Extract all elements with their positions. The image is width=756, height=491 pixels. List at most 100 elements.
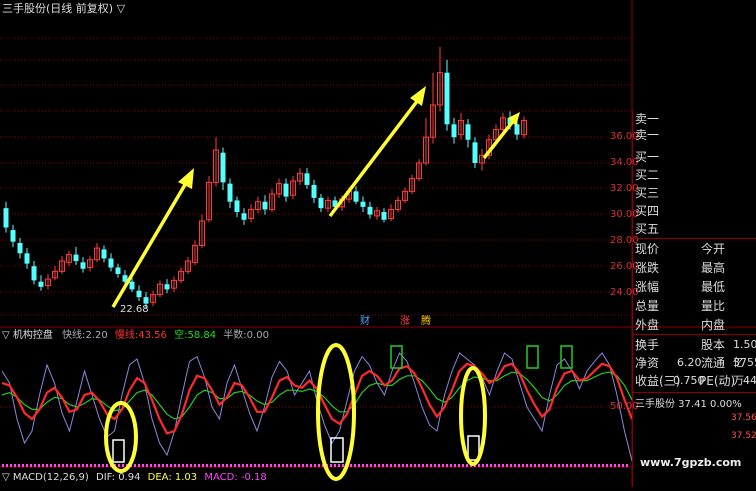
quote-label: 今开 xyxy=(701,242,726,256)
macd-bar xyxy=(14,464,16,467)
candle-body xyxy=(241,213,247,220)
macd-bar xyxy=(498,464,500,467)
macd-bar xyxy=(602,464,604,467)
watermark: www.7gpzb.com xyxy=(640,456,742,469)
macd-bar xyxy=(234,464,236,467)
quote-panel: 卖一 卖一 买一 买二 买三 买四 买五 现价 今开 涨跌 最高 涨幅 最低 总量 量比… xyxy=(632,110,756,487)
macd-bar xyxy=(582,464,584,467)
macd-bar xyxy=(62,464,64,467)
divider xyxy=(633,238,756,239)
macd-bar xyxy=(330,464,332,467)
macd-bar xyxy=(250,464,252,467)
quote-row: 净资6.20流通3755万 xyxy=(633,354,756,387)
macd-bar xyxy=(590,464,592,467)
quote-row: 总量 量比 xyxy=(633,297,756,315)
macd-bar xyxy=(242,464,244,467)
macd-bar xyxy=(570,464,572,467)
quote-label: 股本 xyxy=(701,338,726,352)
candle-body xyxy=(108,258,114,268)
macd-bar xyxy=(294,464,296,467)
macd-bar xyxy=(394,464,396,467)
event-label-finance[interactable]: 财 xyxy=(360,316,370,328)
candle-body xyxy=(10,230,16,242)
macd-bar xyxy=(2,464,4,467)
macd-bar xyxy=(530,464,532,467)
macd-bar xyxy=(218,464,220,467)
indicator-name[interactable]: ▽ 机构控盘 xyxy=(2,330,53,341)
macd-dea: DEA: 1.03 xyxy=(147,472,198,483)
candle-body xyxy=(115,267,121,274)
macd-bar xyxy=(54,464,56,467)
macd-bar xyxy=(178,464,180,467)
quote-label: 内盘 xyxy=(701,318,726,332)
macd-dif: DIF: 0.94 xyxy=(96,472,141,483)
macd-bar xyxy=(522,464,524,467)
macd-bar xyxy=(342,464,344,467)
macd-bar xyxy=(90,464,92,467)
macd-bar xyxy=(454,464,456,467)
book-label: 买四 xyxy=(635,204,660,218)
macd-bar xyxy=(106,464,108,467)
candle-body xyxy=(304,173,310,185)
chart-title[interactable]: 三手股份(日线 前复权) ▽ xyxy=(2,3,125,15)
macd-bar xyxy=(138,464,140,467)
quote-value: 6.20 xyxy=(677,356,702,369)
macd-bar xyxy=(550,464,552,467)
candle-body xyxy=(24,253,30,264)
quote-label: 涨跌 xyxy=(635,261,660,275)
half-value: 0.00 xyxy=(246,330,269,341)
divider xyxy=(633,392,756,393)
macd-bar xyxy=(194,464,196,467)
macd-bar xyxy=(26,464,28,467)
macd-bar xyxy=(414,464,416,467)
macd-bar xyxy=(226,464,228,467)
macd-bar xyxy=(362,464,364,467)
macd-bar xyxy=(122,464,124,467)
order-book-row: 买三 xyxy=(633,184,756,202)
event-label-up[interactable]: 涨 xyxy=(400,316,410,328)
macd-bar xyxy=(482,464,484,467)
low-price-marker: 22.68 xyxy=(120,304,149,315)
macd-bar xyxy=(290,464,292,467)
macd-bar xyxy=(202,464,204,467)
candle-body xyxy=(353,191,359,202)
quote-label: 换手 xyxy=(635,338,660,352)
candle-body xyxy=(465,124,471,140)
empty-label: 空: xyxy=(174,330,188,341)
macd-bar xyxy=(442,464,444,467)
macd-bar xyxy=(390,464,392,467)
candle-body xyxy=(472,142,478,163)
macd-bar xyxy=(542,464,544,467)
event-label-gain[interactable]: 腾 xyxy=(421,316,431,328)
chart-window: 三手股份(日线 前复权) ▽ 22.68 财 涨 腾 36.00 34.00 3… xyxy=(0,0,756,487)
macd-bar xyxy=(162,464,164,467)
quote-row: 涨幅 最低 xyxy=(633,278,756,296)
macd-bar xyxy=(386,464,388,467)
quote-row: 涨跌 最高 xyxy=(633,259,756,277)
macd-bar xyxy=(282,464,284,467)
macd-bar xyxy=(430,464,432,467)
macd-bar xyxy=(66,464,68,467)
macd-bar xyxy=(486,464,488,467)
macd-bar xyxy=(158,464,160,467)
macd-bar xyxy=(182,464,184,467)
macd-bar xyxy=(238,464,240,467)
macd-name[interactable]: ▽ MACD(12,26,9) xyxy=(2,472,89,483)
macd-bar xyxy=(222,464,224,467)
macd-bar xyxy=(262,464,264,467)
macd-bar xyxy=(358,464,360,467)
macd-bar xyxy=(422,464,424,467)
mini-quote-title[interactable]: 三手股份 37.41 0.00% xyxy=(635,399,742,411)
macd-bar xyxy=(86,464,88,467)
macd-bar xyxy=(10,464,12,467)
macd-bar xyxy=(42,464,44,467)
candle-body xyxy=(444,72,450,125)
book-label: 买一 xyxy=(635,150,660,164)
macd-bar xyxy=(298,464,300,467)
macd-bar xyxy=(598,464,600,467)
macd-bar xyxy=(606,464,608,467)
macd-bar xyxy=(258,464,260,467)
macd-bar xyxy=(254,464,256,467)
macd-bar xyxy=(18,464,20,467)
macd-bar xyxy=(614,464,616,467)
